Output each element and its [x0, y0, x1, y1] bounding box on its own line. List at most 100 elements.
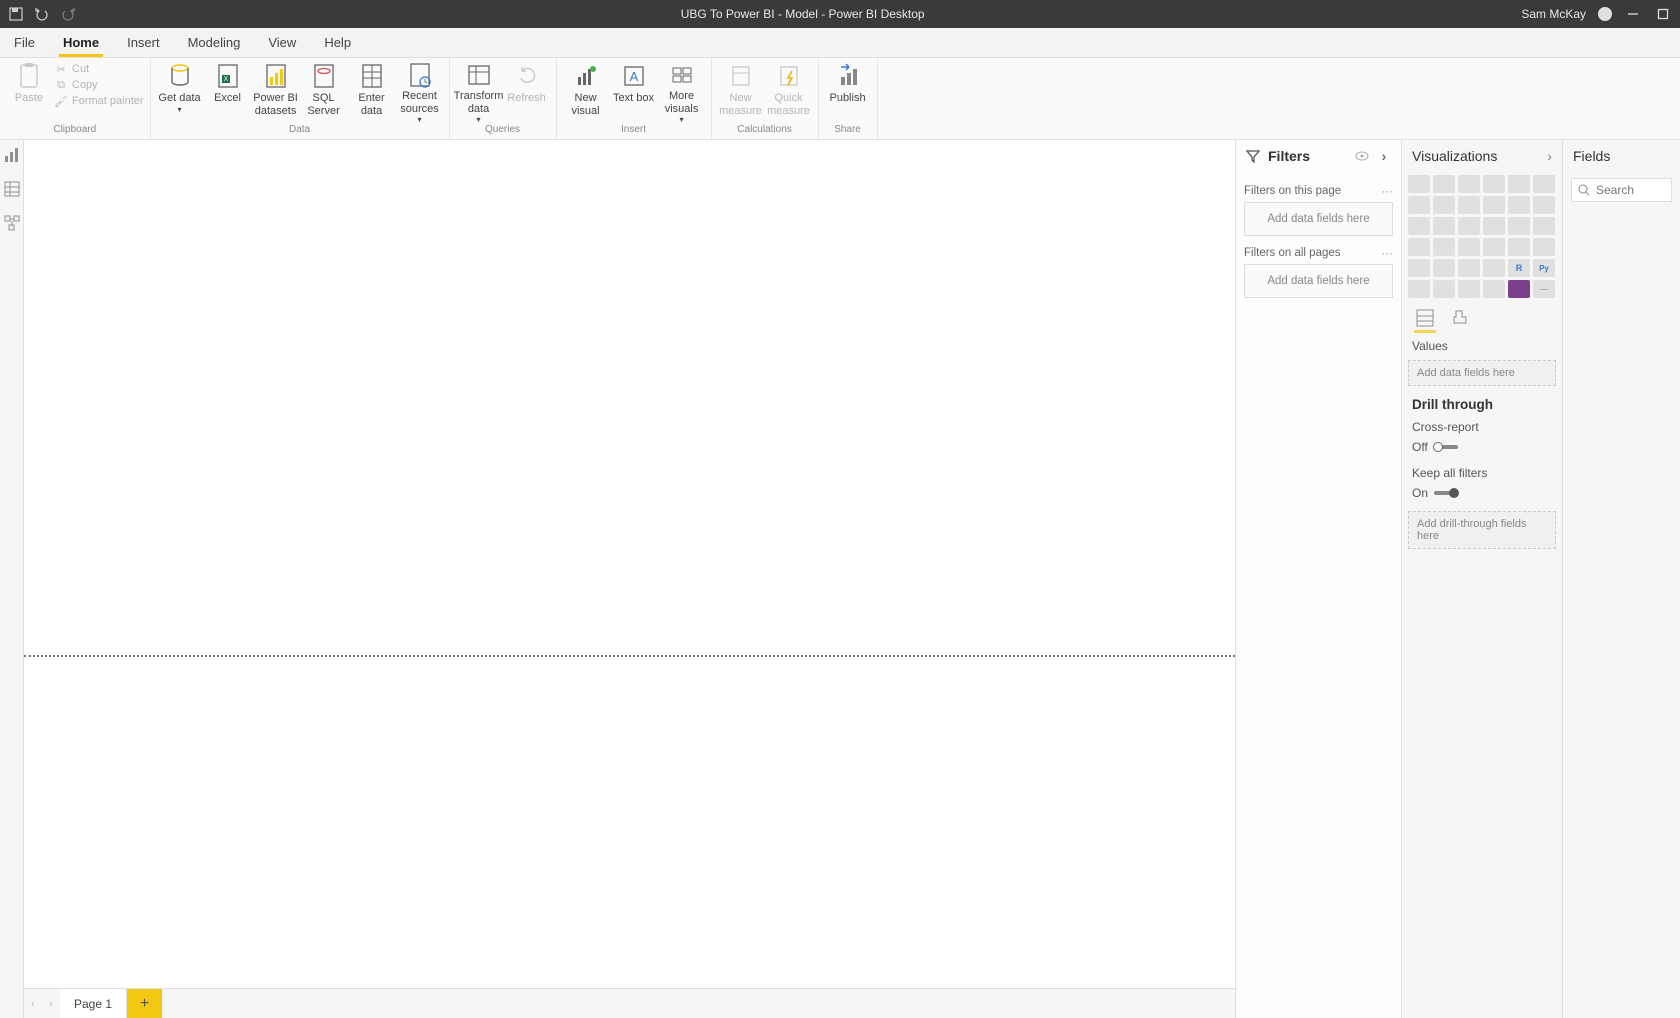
keep-all-filters-toggle[interactable]: On	[1402, 484, 1562, 508]
excel-button[interactable]: XExcel	[205, 60, 251, 124]
viz-line-clustered-icon[interactable]	[1508, 196, 1530, 214]
more-icon[interactable]: ⋯	[1382, 246, 1394, 260]
viz-stacked-area-icon[interactable]	[1458, 196, 1480, 214]
filters-pane: Filters › Filters on this page⋯ Add data…	[1235, 140, 1402, 1018]
cut-icon: ✂	[54, 62, 68, 76]
viz-scatter-icon[interactable]	[1458, 217, 1480, 235]
viz-stacked-column-icon[interactable]	[1433, 175, 1455, 193]
viz-donut-icon[interactable]	[1508, 217, 1530, 235]
page-prev-icon[interactable]: ‹	[24, 989, 42, 1018]
tab-home[interactable]: Home	[49, 28, 113, 57]
redo-icon[interactable]	[60, 6, 76, 22]
report-canvas[interactable]	[24, 140, 1235, 988]
tab-file[interactable]: File	[0, 28, 49, 57]
keep-all-filters-label: Keep all filters	[1402, 462, 1562, 484]
more-icon[interactable]: ⋯	[1382, 184, 1394, 198]
add-page-button[interactable]: +	[127, 989, 162, 1018]
ribbon-label-data: Data	[157, 124, 443, 137]
viz-area-icon[interactable]	[1433, 196, 1455, 214]
model-view-icon[interactable]	[3, 214, 21, 232]
filters-body: Filters on this page⋯ Add data fields he…	[1236, 172, 1401, 314]
viz-clustered-bar-icon[interactable]	[1458, 175, 1480, 193]
viz-filled-map-icon[interactable]	[1433, 238, 1455, 256]
new-visual-button[interactable]: New visual	[563, 60, 609, 124]
format-painter-button: 🖌Format painter	[54, 94, 144, 108]
tab-insert[interactable]: Insert	[113, 28, 174, 57]
data-view-icon[interactable]	[3, 180, 21, 198]
collapse-viz-icon[interactable]: ›	[1547, 148, 1552, 164]
avatar-icon[interactable]	[1598, 7, 1612, 21]
transform-data-button[interactable]: Transform data▾	[456, 60, 502, 124]
viz-key-influencers-icon[interactable]	[1408, 280, 1430, 298]
viz-map-icon[interactable]	[1408, 238, 1430, 256]
canvas-divider	[24, 655, 1235, 657]
publish-button[interactable]: Publish	[825, 60, 871, 124]
drill-through-dropzone[interactable]: Add drill-through fields here	[1408, 511, 1556, 549]
viz-funnel-icon[interactable]	[1433, 217, 1455, 235]
page-tab-1[interactable]: Page 1	[60, 989, 127, 1018]
viz-py-icon[interactable]: Py	[1533, 259, 1555, 277]
viz-kpi-icon[interactable]	[1408, 259, 1430, 277]
viz-line-column-icon[interactable]	[1483, 196, 1505, 214]
viz-clustered-column-icon[interactable]	[1483, 175, 1505, 193]
viz-r-icon[interactable]: R	[1508, 259, 1530, 277]
search-icon	[1578, 184, 1590, 196]
viz-arcgis-icon[interactable]	[1483, 280, 1505, 298]
qat	[0, 6, 84, 22]
pbi-datasets-button[interactable]: Power BI datasets	[253, 60, 299, 124]
tab-modeling[interactable]: Modeling	[174, 28, 255, 57]
viz-stacked-bar-icon[interactable]	[1408, 175, 1430, 193]
text-box-button[interactable]: AText box	[611, 60, 657, 124]
viz-qna-icon[interactable]	[1458, 280, 1480, 298]
format-painter-icon: 🖌	[54, 94, 68, 108]
viz-more-icon[interactable]: ⋯	[1533, 280, 1555, 298]
eye-icon[interactable]	[1355, 149, 1369, 163]
fields-search[interactable]	[1571, 178, 1672, 202]
viz-shape-map-icon[interactable]	[1458, 238, 1480, 256]
title-bar: UBG To Power BI - Model - Power BI Deskt…	[0, 0, 1680, 28]
ribbon-label-share: Share	[825, 124, 871, 137]
viz-matrix-icon[interactable]	[1483, 259, 1505, 277]
undo-icon[interactable]	[34, 6, 50, 22]
viz-ribbon-icon[interactable]	[1533, 196, 1555, 214]
new-measure-icon	[727, 62, 755, 90]
viz-powerapps-icon[interactable]	[1508, 280, 1530, 298]
filters-header: Filters ›	[1236, 140, 1401, 172]
minimize-icon[interactable]	[1624, 5, 1642, 23]
page-next-icon[interactable]: ›	[42, 989, 60, 1018]
fields-header: Fields	[1563, 140, 1680, 172]
cross-report-toggle[interactable]: Off	[1402, 438, 1562, 462]
maximize-icon[interactable]	[1654, 5, 1672, 23]
viz-100-bar-icon[interactable]	[1508, 175, 1530, 193]
viz-waterfall-icon[interactable]	[1408, 217, 1430, 235]
search-input[interactable]	[1596, 183, 1665, 197]
paste-button: Paste	[6, 60, 52, 124]
get-data-button[interactable]: Get data▾	[157, 60, 203, 124]
save-icon[interactable]	[8, 6, 24, 22]
filters-allpages-dropzone[interactable]: Add data fields here	[1244, 264, 1393, 298]
viz-card-icon[interactable]	[1508, 238, 1530, 256]
more-visuals-button[interactable]: More visuals▾	[659, 60, 705, 124]
viz-pie-icon[interactable]	[1483, 217, 1505, 235]
viz-multi-card-icon[interactable]	[1533, 238, 1555, 256]
format-tab-icon[interactable]	[1448, 307, 1470, 329]
viz-decomposition-icon[interactable]	[1433, 280, 1455, 298]
sql-server-button[interactable]: SQL Server	[301, 60, 347, 124]
viz-line-icon[interactable]	[1408, 196, 1430, 214]
username: Sam McKay	[1521, 7, 1586, 21]
viz-gauge-icon[interactable]	[1483, 238, 1505, 256]
viz-100-column-icon[interactable]	[1533, 175, 1555, 193]
enter-data-button[interactable]: Enter data	[349, 60, 395, 124]
values-dropzone[interactable]: Add data fields here	[1408, 360, 1556, 386]
fields-tab-icon[interactable]	[1414, 307, 1436, 329]
recent-sources-button[interactable]: Recent sources▾	[397, 60, 443, 124]
tab-view[interactable]: View	[254, 28, 310, 57]
viz-treemap-icon[interactable]	[1533, 217, 1555, 235]
quick-measure-icon	[775, 62, 803, 90]
filters-page-dropzone[interactable]: Add data fields here	[1244, 202, 1393, 236]
viz-table-icon[interactable]	[1458, 259, 1480, 277]
viz-slicer-icon[interactable]	[1433, 259, 1455, 277]
tab-help[interactable]: Help	[310, 28, 365, 57]
report-view-icon[interactable]	[3, 146, 21, 164]
collapse-filters-icon[interactable]: ›	[1377, 149, 1391, 163]
